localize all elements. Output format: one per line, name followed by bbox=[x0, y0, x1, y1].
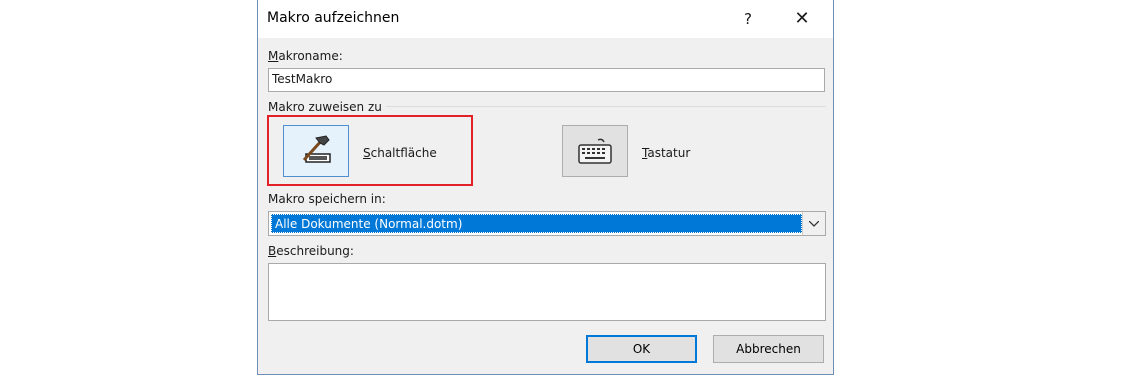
close-button[interactable]: ✕ bbox=[786, 6, 818, 32]
macro-name-label-accesskey: M bbox=[268, 49, 279, 63]
highlight-box bbox=[267, 115, 473, 186]
ok-button[interactable]: OK bbox=[586, 335, 697, 363]
store-in-label: Makro speichern in: bbox=[268, 192, 386, 206]
description-input[interactable] bbox=[268, 263, 826, 321]
assign-keyboard-label-text: astatur bbox=[647, 146, 691, 160]
macro-name-input[interactable]: TestMakro bbox=[268, 68, 825, 92]
macro-name-label-text: akroname: bbox=[278, 49, 343, 63]
assign-group-label: Makro zuweisen zu bbox=[268, 100, 382, 114]
macro-name-label: Makroname: bbox=[268, 49, 343, 63]
dialog-title: Makro aufzeichnen bbox=[267, 10, 400, 26]
chevron-down-icon[interactable] bbox=[802, 212, 825, 235]
keyboard-icon bbox=[578, 138, 612, 164]
description-label: Beschreibung: bbox=[268, 244, 354, 258]
title-bar: Makro aufzeichnen ? ✕ bbox=[258, 0, 833, 38]
assign-keyboard-button[interactable] bbox=[562, 125, 628, 177]
store-in-select[interactable]: Alle Dokumente (Normal.dotm) bbox=[268, 211, 826, 236]
description-accesskey: B bbox=[268, 244, 277, 258]
assign-keyboard-label: Tastatur bbox=[642, 146, 690, 160]
help-button[interactable]: ? bbox=[734, 6, 762, 32]
store-in-selected-value[interactable]: Alle Dokumente (Normal.dotm) bbox=[271, 214, 802, 233]
record-macro-dialog: Makro aufzeichnen ? ✕ Makroname: TestMak… bbox=[257, 0, 834, 375]
assign-group-divider bbox=[386, 106, 826, 107]
description-label-text: eschreibung: bbox=[276, 244, 354, 258]
cancel-button[interactable]: Abbrechen bbox=[713, 335, 824, 363]
